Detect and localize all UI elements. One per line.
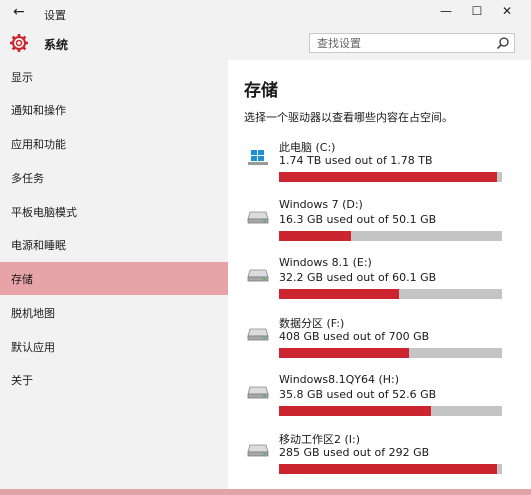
page-description: 选择一个驱动器以查看哪些内容在占空间。 [244,111,453,124]
drive-item-e[interactable]: Windows 8.1 (E:) 32.2 GB used out of 60.… [244,256,531,304]
drive-usage-text: 408 GB used out of 700 GB [279,330,430,343]
bottom-accent-line [0,489,531,495]
drive-usage-bar [279,172,502,182]
drive-usage-fill [279,348,409,358]
search-box[interactable] [309,33,515,53]
drive-item-c[interactable]: 此电脑 (C:) 1.74 TB used out of 1.78 TB [244,139,531,187]
drive-usage-fill [279,406,431,416]
sidebar-item-label: 通知和操作 [11,104,66,117]
sidebar-item-label: 关于 [11,374,33,387]
sidebar-item-display[interactable]: 显示 [0,60,228,93]
drive-usage-fill [279,289,399,299]
drive-name: 此电脑 (C:) [279,141,336,154]
drive-item-i[interactable]: 移动工作区2 (I:) 285 GB used out of 292 GB [244,431,531,479]
sidebar-item-storage[interactable]: 存储 [0,262,228,295]
drive-usage-fill [279,231,352,241]
drive-usage-bar [279,406,502,416]
drive-usage-text: 35.8 GB used out of 52.6 GB [279,388,437,401]
drive-usage-text: 16.3 GB used out of 50.1 GB [279,213,437,226]
section-title: 系统 [44,38,69,52]
drive-name: Windows 8.1 (E:) [279,256,372,269]
drive-name: Windows 7 (D:) [279,198,363,211]
minimize-icon[interactable]: — [438,4,454,18]
drive-name: 数据分区 (F:) [279,317,345,330]
drive-icon [247,444,269,457]
title-bar: ← 设置 — ☐ ✕ [0,0,531,28]
sidebar-item-label: 应用和功能 [11,138,66,151]
drive-item-d[interactable]: Windows 7 (D:) 16.3 GB used out of 50.1 … [244,198,531,246]
maximize-icon[interactable]: ☐ [469,4,485,18]
sidebar-item-notifications[interactable]: 通知和操作 [0,93,228,126]
storage-panel: 存储 选择一个驱动器以查看哪些内容在占空间。 此电脑 (C:) 1.74 TB … [228,60,531,495]
sidebar-item-about[interactable]: 关于 [0,363,228,396]
sidebar-item-tablet-mode[interactable]: 平板电脑模式 [0,195,228,228]
windows-drive-icon [248,150,268,165]
drive-name: Windows8.1QY64 (H:) [279,373,400,386]
drive-name: 移动工作区2 (I:) [279,433,361,446]
page-title: 存储 [244,81,278,101]
sidebar: 显示 通知和操作 应用和功能 多任务 平板电脑模式 电源和睡眠 存储 脱机地图 … [0,60,228,495]
sidebar-item-default-apps[interactable]: 默认应用 [0,330,228,363]
sidebar-item-multitasking[interactable]: 多任务 [0,161,228,194]
back-arrow-icon[interactable]: ← [13,4,25,20]
sidebar-item-apps-features[interactable]: 应用和功能 [0,127,228,160]
drive-icon [247,269,269,282]
sidebar-item-power-sleep[interactable]: 电源和睡眠 [0,228,228,261]
sidebar-item-label: 电源和睡眠 [11,239,66,252]
drive-usage-text: 32.2 GB used out of 60.1 GB [279,271,437,284]
drive-usage-bar [279,464,502,474]
search-input[interactable] [317,35,487,51]
drive-usage-bar [279,348,502,358]
drive-icon [247,211,269,224]
sidebar-item-offline-maps[interactable]: 脱机地图 [0,296,228,329]
sidebar-item-label: 显示 [11,71,33,84]
drive-usage-bar [279,231,502,241]
sidebar-item-label: 脱机地图 [11,307,55,320]
window-title: 设置 [44,9,66,22]
drive-item-h[interactable]: Windows8.1QY64 (H:) 35.8 GB used out of … [244,373,531,421]
drive-usage-bar [279,289,502,299]
section-header: 系统 [0,28,531,60]
search-icon[interactable] [496,36,510,50]
sidebar-item-label: 存储 [11,273,33,286]
drive-icon [247,328,269,341]
drive-usage-fill [279,464,497,474]
drive-usage-text: 1.74 TB used out of 1.78 TB [279,154,433,167]
sidebar-item-label: 多任务 [11,172,44,185]
drive-icon [247,386,269,399]
drive-item-f[interactable]: 数据分区 (F:) 408 GB used out of 700 GB [244,315,531,363]
sidebar-item-label: 默认应用 [11,341,55,354]
drive-usage-text: 285 GB used out of 292 GB [279,446,430,459]
sidebar-item-label: 平板电脑模式 [11,206,77,219]
gear-icon [10,34,28,52]
drive-usage-fill [279,172,497,182]
close-icon[interactable]: ✕ [499,4,515,18]
